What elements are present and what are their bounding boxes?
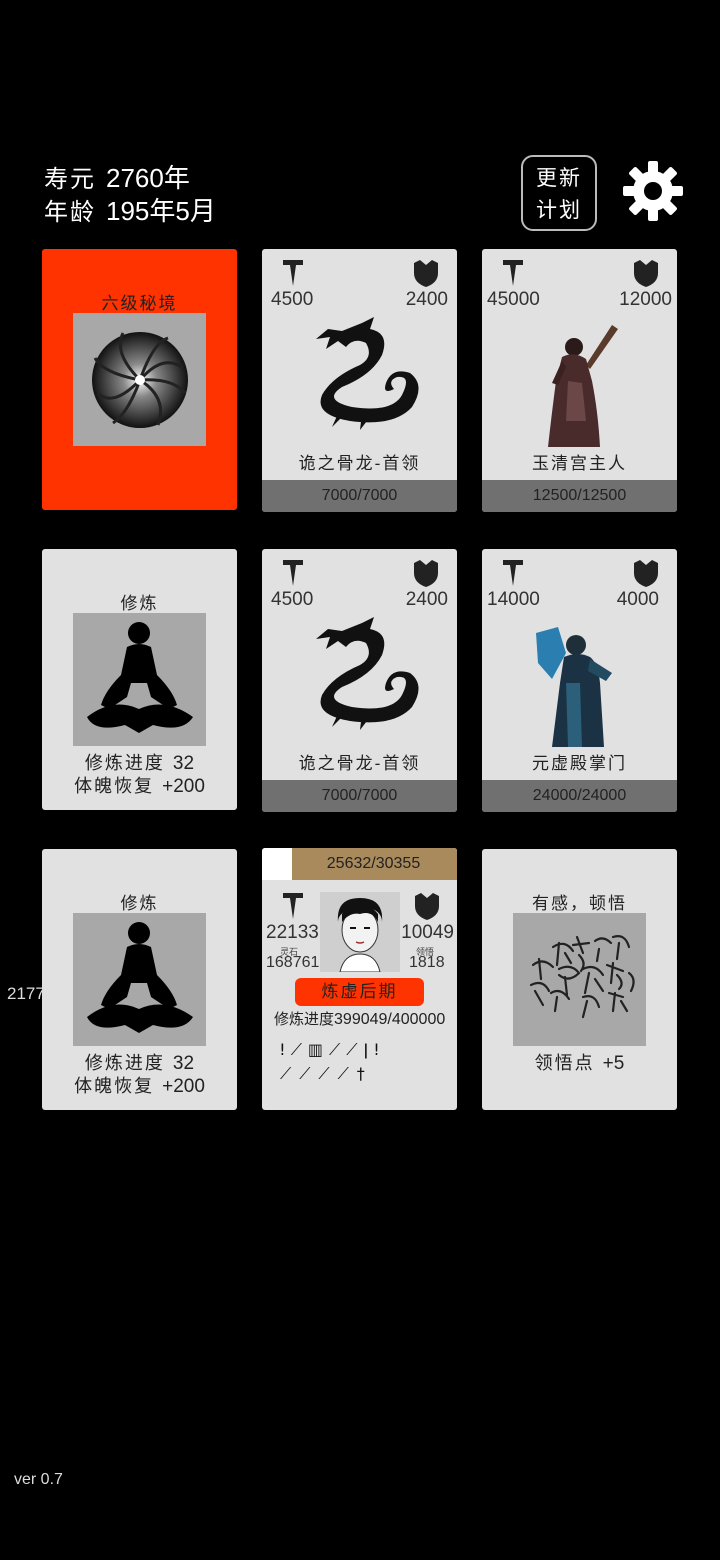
age-value: 195年5月: [106, 196, 216, 226]
hp-bar: 7000/7000: [262, 780, 457, 812]
sword-icon: [283, 260, 303, 286]
recover-value: +200: [162, 1076, 205, 1097]
hp-bar: 12500/12500: [482, 480, 677, 512]
version-label: ver 0.7: [14, 1471, 63, 1488]
insight-reward: 领悟点 +5: [482, 1049, 677, 1075]
lifespan-value: 2760年: [106, 163, 190, 193]
defense-value: 4000: [616, 589, 659, 610]
hp-bar: 7000/7000: [262, 480, 457, 512]
attack-value: 4500: [271, 289, 314, 310]
player-progress-value: 399049/400000: [334, 1011, 446, 1028]
cultivate-card-1[interactable]: 修炼 修炼进度 32 体魄恢复 +200: [42, 549, 237, 810]
weapon-row-2: ⟋⟋⟋⟋†: [280, 1064, 373, 1083]
side-counter: 2177: [7, 984, 45, 1003]
realm-badge: 炼虚后期: [295, 978, 424, 1006]
update-plan-line1: 更新: [536, 166, 582, 190]
age-label: 年龄: [44, 198, 96, 226]
secret-realm-title: 六级秘境: [101, 294, 178, 314]
player-portrait: [320, 892, 400, 973]
recover-value: +200: [162, 776, 205, 797]
mage-icon: [536, 627, 612, 747]
cultivate-title: 修炼: [120, 894, 159, 914]
player-attack: 22133: [266, 922, 319, 943]
enemy-name: 诡之骨龙-首领: [298, 754, 421, 774]
shield-icon: [414, 260, 438, 287]
weapon-row-1: ǃ⟋▥⟋⟋ǀǃ: [280, 1040, 385, 1059]
sword-icon: [503, 260, 523, 286]
attack-value: 14000: [487, 589, 540, 610]
enemy-card-2[interactable]: 45000 12000 玉清宫主人 12500/12500: [482, 249, 677, 512]
portrait-icon: [337, 898, 383, 973]
enemy-card-1[interactable]: 4500 2400 诡之骨龙-首领 7000/7000: [262, 249, 457, 512]
insight-title: 有感，顿悟: [532, 894, 627, 914]
defense-value: 2400: [405, 289, 448, 310]
shield-icon: [634, 560, 658, 587]
update-plan-button[interactable]: 更新 计划: [521, 155, 597, 231]
gear-icon[interactable]: [621, 159, 685, 223]
progress-label: 修炼进度: [84, 1053, 165, 1074]
shield-icon: [415, 893, 439, 920]
meditation-icon: [87, 622, 193, 733]
enemy-name: 元虚殿掌门: [532, 754, 627, 774]
lifespan-label: 寿元: [44, 165, 96, 193]
meditation-icon: [87, 922, 193, 1033]
dragon-icon: [316, 617, 419, 730]
secret-realm-card[interactable]: 六级秘境: [42, 249, 237, 510]
defense-value: 12000: [619, 289, 672, 310]
sword-icon: [283, 560, 303, 586]
progress-value: 32: [172, 1053, 195, 1074]
spirit-stone-value: 168761: [266, 954, 320, 971]
progress-label: 修炼进度: [84, 753, 165, 774]
update-plan-line2: 计划: [536, 198, 582, 222]
progress-value: 32: [172, 753, 195, 774]
vortex-icon: [92, 332, 188, 428]
cultivate-card-2[interactable]: 修炼 修炼进度 32 体魄恢复 +200: [42, 849, 237, 1110]
attack-value: 45000: [487, 289, 540, 310]
warrior-icon: [548, 325, 618, 447]
recover-label: 体魄恢复: [74, 1076, 155, 1097]
sword-icon: [503, 560, 523, 586]
insight-card[interactable]: 有感，顿悟 领悟点 +5: [482, 849, 677, 1110]
age-row: 年龄 195年5月: [44, 191, 216, 228]
cultivate-image: [73, 913, 206, 1046]
cultivate-recover: 体魄恢复 +200: [42, 772, 237, 798]
reward-label: 领悟点: [534, 1053, 595, 1074]
defense-value: 2400: [405, 589, 448, 610]
hp-bar: 24000/24000: [482, 780, 677, 812]
weapon-inventory: ǃ⟋▥⟋⟋ǀǃ ⟋⟋⟋⟋†: [280, 1038, 445, 1086]
calligraphy-icon: [529, 935, 635, 1019]
enemy-card-3[interactable]: 4500 2400 诡之骨龙-首领 7000/7000: [262, 549, 457, 812]
insight-image: [513, 913, 646, 1046]
player-progress-label: 修炼进度: [274, 1010, 335, 1028]
cultivate-image: [73, 613, 206, 746]
attack-value: 4500: [271, 589, 314, 610]
enemy-name: 诡之骨龙-首领: [298, 454, 421, 474]
cultivate-title: 修炼: [120, 594, 159, 614]
secret-realm-image: [73, 313, 206, 446]
recover-label: 体魄恢复: [74, 776, 155, 797]
enemy-card-4[interactable]: 14000 4000 元虚殿掌门 24000/24000: [482, 549, 677, 812]
player-card[interactable]: 25632/30355 22133 灵石 168761 10049 领悟 181…: [262, 848, 457, 1110]
dragon-icon: [316, 317, 419, 430]
player-progress: 修炼进度399049/400000: [274, 1008, 445, 1029]
insight-value: 1818: [409, 954, 445, 971]
lifespan-row: 寿元 2760年: [44, 158, 190, 195]
exp-bar: 25632/30355: [262, 848, 457, 880]
exp-value: 25632/30355: [326, 855, 421, 872]
player-defense: 10049: [401, 922, 454, 943]
reward-value: +5: [602, 1053, 625, 1074]
sword-icon: [283, 893, 303, 919]
enemy-name: 玉清宫主人: [532, 454, 627, 474]
shield-icon: [414, 560, 438, 587]
shield-icon: [634, 260, 658, 287]
cultivate-recover: 体魄恢复 +200: [42, 1072, 237, 1098]
